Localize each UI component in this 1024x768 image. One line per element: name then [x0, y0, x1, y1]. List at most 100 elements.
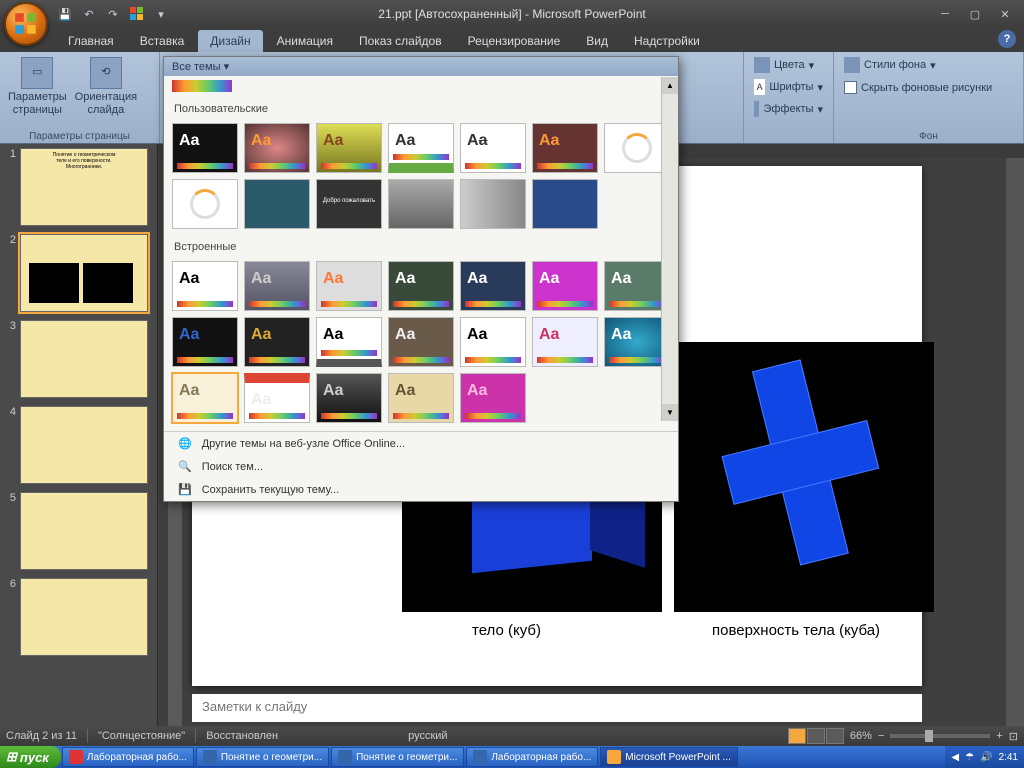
save-icon[interactable]: 💾: [56, 5, 74, 23]
theme-thumb[interactable]: Aa: [244, 261, 310, 311]
theme-thumb[interactable]: Aa: [532, 261, 598, 311]
office-button[interactable]: [4, 2, 48, 46]
tab-slideshow[interactable]: Показ слайдов: [347, 30, 454, 52]
ribbon-tabs: Главная Вставка Дизайн Анимация Показ сл…: [0, 28, 1024, 52]
slideshow-view-button[interactable]: [826, 728, 844, 744]
theme-thumb[interactable]: Aa: [244, 373, 310, 423]
qat-customize-icon[interactable]: ▾: [152, 5, 170, 23]
current-theme-swatch[interactable]: [172, 80, 232, 92]
help-button[interactable]: ?: [998, 30, 1016, 48]
theme-thumb[interactable]: Aa: [460, 123, 526, 173]
tab-review[interactable]: Рецензирование: [456, 30, 573, 52]
theme-thumb[interactable]: Aa: [172, 373, 238, 423]
start-button[interactable]: ⊞пуск: [0, 746, 61, 768]
fit-button[interactable]: ⊡: [1009, 730, 1018, 743]
tab-home[interactable]: Главная: [56, 30, 126, 52]
theme-thumb[interactable]: Aa: [388, 123, 454, 173]
theme-thumb[interactable]: Добро пожаловать: [316, 179, 382, 229]
sorter-view-button[interactable]: [807, 728, 825, 744]
app-icon: [338, 750, 352, 764]
tab-animation[interactable]: Анимация: [265, 30, 345, 52]
themes-section-builtin: Встроенные: [164, 237, 678, 257]
colors-button[interactable]: Цвета ▾: [750, 55, 827, 75]
qat-color-icon[interactable]: [128, 5, 146, 23]
effects-button[interactable]: Эффекты ▾: [750, 99, 827, 119]
theme-thumb[interactable]: Aa: [388, 373, 454, 423]
theme-thumb[interactable]: Aa: [244, 123, 310, 173]
theme-thumb[interactable]: [388, 179, 454, 229]
vertical-scrollbar[interactable]: [1006, 158, 1024, 726]
background-styles-button[interactable]: Стили фона ▾: [840, 55, 1017, 75]
theme-thumb[interactable]: Aa: [316, 261, 382, 311]
tray-clock[interactable]: 2:41: [999, 752, 1018, 763]
theme-thumb[interactable]: Aa: [316, 123, 382, 173]
theme-thumb[interactable]: Aa: [460, 261, 526, 311]
slide-orientation-button[interactable]: ⟲Ориентация слайда: [73, 55, 139, 119]
slide-thumb-3[interactable]: [20, 320, 148, 398]
fonts-icon: A: [754, 79, 765, 95]
hide-bg-graphics-checkbox[interactable]: Скрыть фоновые рисунки: [840, 79, 1017, 96]
slide-thumb-5[interactable]: [20, 492, 148, 570]
theme-thumb[interactable]: Aa: [316, 317, 382, 367]
theme-thumb[interactable]: Aa: [460, 373, 526, 423]
theme-thumb[interactable]: Aa: [388, 317, 454, 367]
themes-save-current[interactable]: 💾Сохранить текущую тему...: [164, 478, 678, 501]
redo-icon[interactable]: ↷: [104, 5, 122, 23]
system-tray: ◀ ☂ 🔊 2:41: [945, 746, 1024, 768]
theme-thumb[interactable]: Aa: [244, 317, 310, 367]
tab-view[interactable]: Вид: [574, 30, 620, 52]
checkbox-icon: [844, 81, 857, 94]
tray-volume-icon[interactable]: 🔊: [980, 752, 992, 763]
close-button[interactable]: ✕: [994, 5, 1016, 23]
tab-design[interactable]: Дизайн: [198, 30, 262, 52]
group-page-setup-label: Параметры страницы: [6, 129, 153, 142]
theme-thumb[interactable]: [172, 179, 238, 229]
normal-view-button[interactable]: [788, 728, 806, 744]
undo-icon[interactable]: ↶: [80, 5, 98, 23]
theme-thumb[interactable]: [532, 179, 598, 229]
tab-insert[interactable]: Вставка: [128, 30, 197, 52]
tray-icon[interactable]: ◀: [951, 752, 959, 763]
taskbar-item[interactable]: Лабораторная рабо...: [466, 747, 598, 767]
taskbar-item[interactable]: Понятие о геометри...: [196, 747, 329, 767]
themes-scrollbar[interactable]: ▲▼: [661, 77, 678, 421]
page-setup-button[interactable]: ▭Параметры страницы: [6, 55, 69, 119]
quick-access-toolbar: 💾 ↶ ↷ ▾: [56, 5, 170, 23]
theme-thumb[interactable]: Aa: [532, 317, 598, 367]
taskbar-item[interactable]: Понятие о геометри...: [331, 747, 464, 767]
tray-icon[interactable]: ☂: [965, 752, 974, 763]
slide-thumb-2[interactable]: [20, 234, 148, 312]
windows-taskbar: ⊞пуск Лабораторная рабо... Понятие о гео…: [0, 746, 1024, 768]
zoom-out-button[interactable]: −: [878, 730, 884, 742]
theme-thumb[interactable]: Aa: [172, 317, 238, 367]
taskbar-item[interactable]: Microsoft PowerPoint ...: [600, 747, 738, 767]
status-bar: Слайд 2 из 11 "Солнцестояние" Восстановл…: [0, 726, 1024, 746]
app-icon: [203, 750, 217, 764]
zoom-level[interactable]: 66%: [850, 730, 872, 742]
themes-search[interactable]: 🔍Поиск тем...: [164, 455, 678, 478]
slide-thumb-1[interactable]: Понятие о геометрическомтеле и его повер…: [20, 148, 148, 226]
theme-thumb[interactable]: Aa: [316, 373, 382, 423]
notes-pane[interactable]: Заметки к слайду: [192, 694, 922, 722]
slide-thumb-6[interactable]: [20, 578, 148, 656]
zoom-in-button[interactable]: +: [996, 730, 1002, 742]
theme-thumb[interactable]: Aa: [172, 261, 238, 311]
theme-thumb[interactable]: Aa: [460, 317, 526, 367]
theme-thumb[interactable]: Aa: [388, 261, 454, 311]
theme-thumb[interactable]: [244, 179, 310, 229]
slide-thumb-4[interactable]: [20, 406, 148, 484]
taskbar-item[interactable]: Лабораторная рабо...: [62, 747, 194, 767]
theme-thumb[interactable]: Aa: [532, 123, 598, 173]
theme-thumb[interactable]: Aa: [172, 123, 238, 173]
effects-icon: [754, 101, 759, 117]
windows-logo-icon: ⊞: [6, 749, 17, 765]
status-language[interactable]: русский: [408, 730, 447, 742]
theme-thumb[interactable]: [460, 179, 526, 229]
slide-caption-2: поверхность тела (куба): [712, 622, 880, 639]
maximize-button[interactable]: ▢: [964, 5, 986, 23]
fonts-button[interactable]: AШрифты ▾: [750, 77, 827, 97]
zoom-slider[interactable]: [890, 734, 990, 738]
themes-more-online[interactable]: 🌐Другие темы на веб-узле Office Online..…: [164, 432, 678, 455]
tab-addins[interactable]: Надстройки: [622, 30, 712, 52]
minimize-button[interactable]: ─: [934, 5, 956, 23]
